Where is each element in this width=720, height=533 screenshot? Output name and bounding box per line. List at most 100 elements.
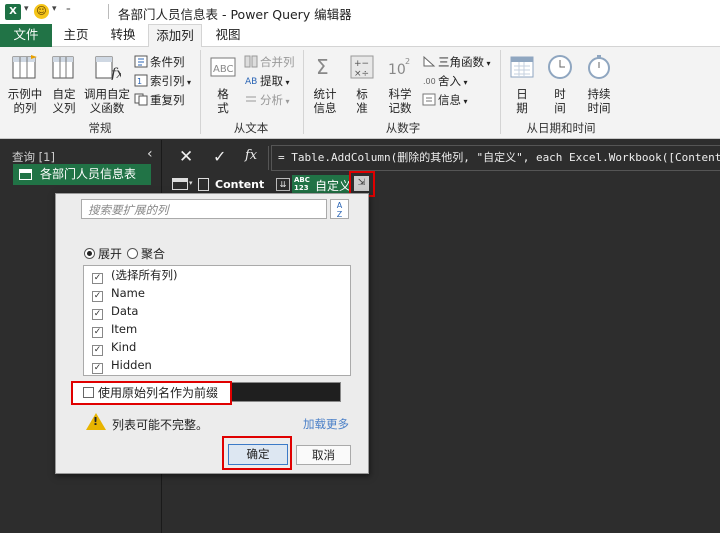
extract-button[interactable]: AB 提取 ▾ — [244, 72, 290, 90]
ok-button[interactable]: 确定 — [228, 444, 288, 465]
standard-button[interactable]: +− ×÷ 标 准 — [347, 54, 377, 115]
time-label: 时 间 — [554, 87, 566, 115]
customize-qat-icon[interactable]: ₌ — [66, 4, 71, 14]
title-separator — [108, 4, 109, 19]
from-datetime-group-label: 从日期和时间 — [526, 121, 596, 135]
trigonometry-button[interactable]: 三角函数 ▾ — [422, 53, 491, 71]
statistics-button[interactable]: Σ 统计 信息 — [307, 54, 343, 115]
query-item-label: 各部门人员信息表 — [40, 167, 137, 181]
information-button[interactable]: 信息 ▾ — [422, 91, 468, 109]
tab-view[interactable]: 视图 — [210, 24, 246, 47]
smiley-dropdown-icon[interactable]: ▾ — [52, 4, 57, 14]
content-column-header[interactable]: Content — [215, 178, 264, 191]
conditional-column-button[interactable]: 条件列 — [134, 53, 185, 71]
table-menu-dropdown-icon[interactable]: ▾ — [189, 179, 193, 187]
column-item-label: Hidden — [111, 358, 152, 372]
information-label: 信息 — [438, 93, 461, 107]
insert-function-icon[interactable]: fx — [245, 148, 257, 163]
table-icon — [19, 169, 32, 180]
collapse-pane-icon[interactable]: ‹ — [147, 146, 153, 162]
scientific-button[interactable]: 10 2 科学 记数 — [382, 54, 418, 115]
extract-icon: AB — [245, 77, 257, 87]
index-column-label: 索引列 — [150, 74, 185, 88]
download-binary-icon[interactable]: ⇊ — [276, 178, 290, 191]
column-item-select-all[interactable]: ✓ (选择所有列) — [84, 266, 350, 284]
custom-column-button[interactable]: 自定 义列 — [48, 54, 80, 115]
tab-file[interactable]: 文件 — [0, 24, 52, 47]
expand-radio[interactable]: 展开 — [84, 245, 122, 262]
merge-columns-button[interactable]: 合并列 — [244, 53, 295, 71]
column-item-data[interactable]: ✓ Data — [84, 302, 350, 320]
column-from-examples-icon — [12, 55, 37, 79]
group-separator — [303, 50, 304, 134]
aggregate-radio[interactable]: 聚合 — [127, 245, 165, 262]
feedback-smiley-icon[interactable]: ☺ — [34, 4, 49, 19]
checkbox-checked-icon: ✓ — [92, 345, 103, 356]
column-item-hidden[interactable]: ✓ Hidden — [84, 356, 350, 374]
qat-dropdown-icon[interactable]: ▾ — [24, 4, 29, 14]
formula-separator — [268, 146, 269, 170]
scientific-icon: 102 — [388, 57, 410, 78]
grid-scrollbar[interactable] — [710, 195, 720, 533]
extract-dropdown-icon: ▾ — [283, 78, 290, 87]
svg-text:+−: +− — [354, 59, 369, 69]
rounding-button[interactable]: .00 舍入 ▾ — [422, 72, 468, 90]
tab-home[interactable]: 主页 — [57, 24, 95, 47]
column-item-item[interactable]: ✓ Item — [84, 320, 350, 338]
conditional-column-icon — [134, 55, 148, 68]
duplicate-column-label: 重复列 — [150, 93, 185, 107]
column-item-name[interactable]: ✓ Name — [84, 284, 350, 302]
tab-transform[interactable]: 转换 — [103, 24, 143, 47]
column-item-kind[interactable]: ✓ Kind — [84, 338, 350, 356]
rounding-label: 舍入 — [438, 74, 461, 88]
excel-app-icon: X — [5, 4, 21, 20]
index-column-button[interactable]: 1 索引列 ▾ — [134, 72, 191, 90]
column-search-input[interactable]: 搜索要扩展的列 — [81, 199, 327, 219]
warning-text: 列表可能不完整。 — [112, 418, 209, 432]
format-button[interactable]: ABC 格 式 — [206, 54, 240, 115]
date-label: 日 期 — [516, 87, 528, 115]
any-type-icon[interactable]: ABC 123 — [294, 176, 310, 192]
formula-cancel-icon[interactable]: ✕ — [179, 147, 193, 167]
binary-type-icon[interactable] — [198, 178, 209, 191]
formula-input[interactable]: = Table.AddColumn(删除的其他列, "自定义", each Ex… — [271, 145, 720, 171]
svg-text:fx: fx — [110, 66, 121, 80]
invoke-custom-function-label: 调用自定 义函数 — [84, 87, 130, 115]
index-dropdown-icon: ▾ — [184, 78, 192, 87]
query-item[interactable]: 各部门人员信息表 — [13, 164, 151, 185]
duration-button[interactable]: 持续 时间 — [582, 54, 616, 115]
column-list: ✓ (选择所有列) ✓ Name ✓ Data ✓ Item ✓ Kind ✓ Hidden — [83, 265, 351, 376]
format-text-icon: ABC — [210, 57, 236, 77]
invoke-custom-function-button[interactable]: fx 调用自定 义函数 — [84, 54, 130, 115]
column-from-examples-button[interactable]: 示例中 的列 — [6, 54, 44, 115]
calendar-icon — [510, 56, 534, 78]
rounding-dropdown-icon: ▾ — [461, 78, 468, 87]
from-text-group-label: 从文本 — [233, 121, 269, 135]
sort-az-icon[interactable]: A Z — [330, 199, 349, 219]
prefix-checkbox-highlight — [71, 381, 232, 405]
aggregate-radio-dot — [127, 248, 138, 259]
date-button[interactable]: 日 期 — [506, 54, 538, 115]
formula-commit-icon[interactable]: ✓ — [213, 147, 226, 166]
table-menu-icon[interactable] — [172, 178, 188, 190]
conditional-column-label: 条件列 — [150, 55, 185, 69]
svg-text:AB: AB — [245, 77, 257, 87]
svg-text:1: 1 — [137, 77, 142, 86]
tab-add-column[interactable]: 添加列 — [148, 24, 202, 48]
format-label: 格 式 — [217, 87, 229, 115]
duration-label: 持续 时间 — [587, 87, 611, 115]
custom-column-label: 自定义 — [315, 179, 352, 193]
triangle-icon — [423, 55, 436, 67]
from-number-group-label: 从数字 — [385, 121, 421, 135]
load-more-link[interactable]: 加载更多 — [303, 416, 349, 432]
cancel-button[interactable]: 取消 — [296, 445, 351, 465]
aggregate-radio-label: 聚合 — [141, 247, 166, 261]
svg-text:×÷: ×÷ — [354, 69, 369, 79]
parse-button[interactable]: 分析 ▾ — [244, 91, 290, 109]
time-button[interactable]: 时 间 — [544, 54, 576, 115]
trig-dropdown-icon: ▾ — [484, 59, 491, 68]
column-from-examples-label: 示例中 的列 — [7, 87, 43, 115]
expand-radio-label: 展开 — [98, 247, 123, 261]
duplicate-column-button[interactable]: 重复列 — [134, 91, 185, 109]
svg-text:10: 10 — [388, 62, 406, 78]
